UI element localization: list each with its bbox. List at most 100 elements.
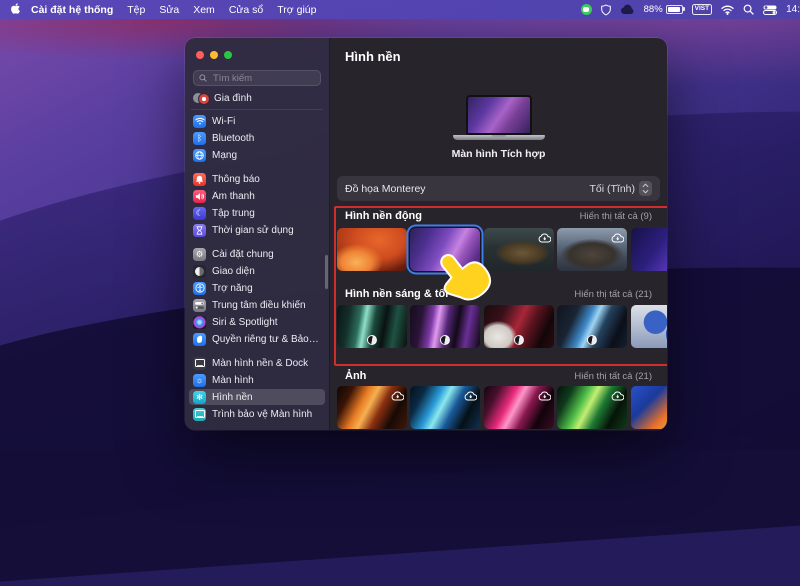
light-dark-badge-icon [587,335,597,345]
sidebar-item-family[interactable]: Gia đình [189,90,325,106]
accessibility-icon [193,282,206,295]
photo-thumb-teal-swirl[interactable] [410,386,480,429]
download-cloud-icon[interactable] [538,230,551,248]
sidebar-item-desktop-dock[interactable]: Màn hình nền & Dock [189,355,325,371]
input-source-indicator[interactable]: VIST [692,4,712,15]
sidebar-item-appearance[interactable]: Giao diện [189,263,325,279]
cloud-status-icon[interactable] [620,4,635,15]
apple-menu[interactable] [10,3,21,16]
app-menu-title[interactable]: Cài đặt hệ thống [31,4,113,16]
photo-thumb-blue-orange-swirl[interactable] [631,386,667,429]
wallpaper-pane: Hình nền Màn hình Tích hợp Đồ họa Monter… [330,38,667,430]
macbook-base [453,135,545,140]
menu-bar: Cài đặt hệ thống Tệp Sửa Xem Cửa sổ Trợ … [0,0,800,19]
wallpaper-icon: ✻ [193,391,206,404]
desktop-dock-icon [193,357,206,370]
macbook-screen-preview [466,95,532,135]
hourglass-icon [193,224,206,237]
display-preview [453,95,545,140]
menu-bar-left: Cài đặt hệ thống Tệp Sửa Xem Cửa sổ Trợ … [0,3,330,16]
sidebar-item-network[interactable]: Mạng [189,147,325,163]
photo-thumb-pink-swirl[interactable] [484,386,554,429]
menu-bar-status: 88% VIST 14: [581,4,800,16]
bell-icon [193,173,206,186]
wallpaper-thumb-dark-abstract[interactable] [631,228,667,271]
show-all-dynamic-link[interactable]: Hiển thị tất cả (9) [580,211,652,222]
family-avatars-icon [193,92,208,105]
chat-app-icon[interactable] [581,4,592,15]
light-dark-badge-icon [367,335,377,345]
section-header-photos: Ảnh Hiển thị tất cả (21) [345,370,652,382]
wallpaper-thumb-catalina[interactable] [557,228,627,271]
menu-help[interactable]: Trợ giúp [277,4,316,16]
sidebar-scrollbar[interactable] [325,255,328,289]
menu-window[interactable]: Cửa sổ [229,4,263,16]
sidebar-item-control-center[interactable]: Trung tâm điều khiển [189,297,325,313]
display-name-label: Màn hình Tích hợp [330,148,667,160]
download-cloud-icon[interactable] [611,230,624,248]
battery-indicator[interactable]: 88% [644,4,683,15]
wallpaper-thumb-teal-hardware[interactable] [337,305,407,348]
battery-percent: 88% [644,4,663,15]
brightness-icon: ☼ [193,374,206,387]
sidebar: Gia đình Wi-Fi ᛒ Bluetooth Mạng Thông bá… [185,38,330,430]
wifi-status-icon[interactable] [721,5,734,15]
spotlight-search-icon[interactable] [743,4,754,15]
sidebar-item-bluetooth[interactable]: ᛒ Bluetooth [189,130,325,146]
close-button[interactable] [196,51,204,59]
light-dark-badge-icon [440,335,450,345]
sidebar-item-focus[interactable]: ☾ Tập trung [189,205,325,221]
sidebar-item-general[interactable]: ⚙ Cài đặt chung [189,246,325,262]
sidebar-item-siri[interactable]: Siri & Spotlight [189,314,325,330]
sidebar-item-privacy[interactable]: Quyền riêng tư & Bảo mật [189,331,325,347]
section-header-dynamic: Hình nền động Hiển thị tất cả (9) [345,210,652,222]
photo-thumb-orange-swirl[interactable] [337,386,407,429]
sidebar-divider [191,109,323,110]
minimize-button[interactable] [210,51,218,59]
sidebar-item-wifi[interactable]: Wi-Fi [189,113,325,129]
pointing-hand-cursor-icon [425,250,503,316]
sidebar-item-displays[interactable]: ☼ Màn hình [189,372,325,388]
wifi-icon [193,115,206,128]
shield-icon[interactable] [601,4,611,16]
search-field[interactable] [193,70,321,86]
wallpaper-style-select[interactable]: Tối (Tĩnh) [589,181,652,196]
control-center-toggles-icon [193,299,206,312]
menu-edit[interactable]: Sửa [159,4,179,16]
sidebar-items: Gia đình Wi-Fi ᛒ Bluetooth Mạng Thông bá… [189,90,325,423]
speaker-icon [193,190,206,203]
wallpaper-thumb-light-circles[interactable] [631,305,667,348]
sidebar-item-wallpaper[interactable]: ✻ Hình nền [189,389,325,405]
sidebar-item-accessibility[interactable]: Trợ năng [189,280,325,296]
settings-window: Gia đình Wi-Fi ᛒ Bluetooth Mạng Thông bá… [185,38,667,430]
menu-view[interactable]: Xem [193,4,215,16]
search-input[interactable] [211,72,315,85]
clock[interactable]: 14: [786,4,800,15]
control-center-icon[interactable] [763,5,777,15]
show-all-photos-link[interactable]: Hiển thị tất cả (21) [574,371,652,382]
show-all-light-dark-link[interactable]: Hiển thị tất cả (21) [574,289,652,300]
current-wallpaper-row: Đồ họa Monterey Tối (Tĩnh) [337,176,660,201]
moon-icon: ☾ [193,207,206,220]
download-cloud-icon[interactable] [391,388,404,406]
zoom-button[interactable] [224,51,232,59]
stepper-chevrons-icon[interactable] [639,181,652,196]
globe-icon [193,149,206,162]
wallpaper-thumb-ventura[interactable] [337,228,407,271]
download-cloud-icon[interactable] [464,388,477,406]
window-controls [196,51,232,59]
sidebar-item-sound[interactable]: Âm thanh [189,188,325,204]
battery-icon [666,5,683,15]
sidebar-item-screensaver[interactable]: Trình bảo vệ Màn hình [189,406,325,422]
sidebar-item-notifications[interactable]: Thông báo [189,171,325,187]
menu-file[interactable]: Tệp [127,4,145,16]
sidebar-item-screen-time[interactable]: Thời gian sử dụng [189,222,325,238]
download-cloud-icon[interactable] [538,388,551,406]
photo-thumb-green-swirl[interactable] [557,386,627,429]
wallpaper-name-label: Đồ họa Monterey [345,183,426,195]
search-icon [199,74,207,82]
page-title: Hình nền [345,49,401,64]
siri-orb-icon [193,316,206,329]
download-cloud-icon[interactable] [611,388,624,406]
wallpaper-thumb-blue-hardware[interactable] [557,305,627,348]
